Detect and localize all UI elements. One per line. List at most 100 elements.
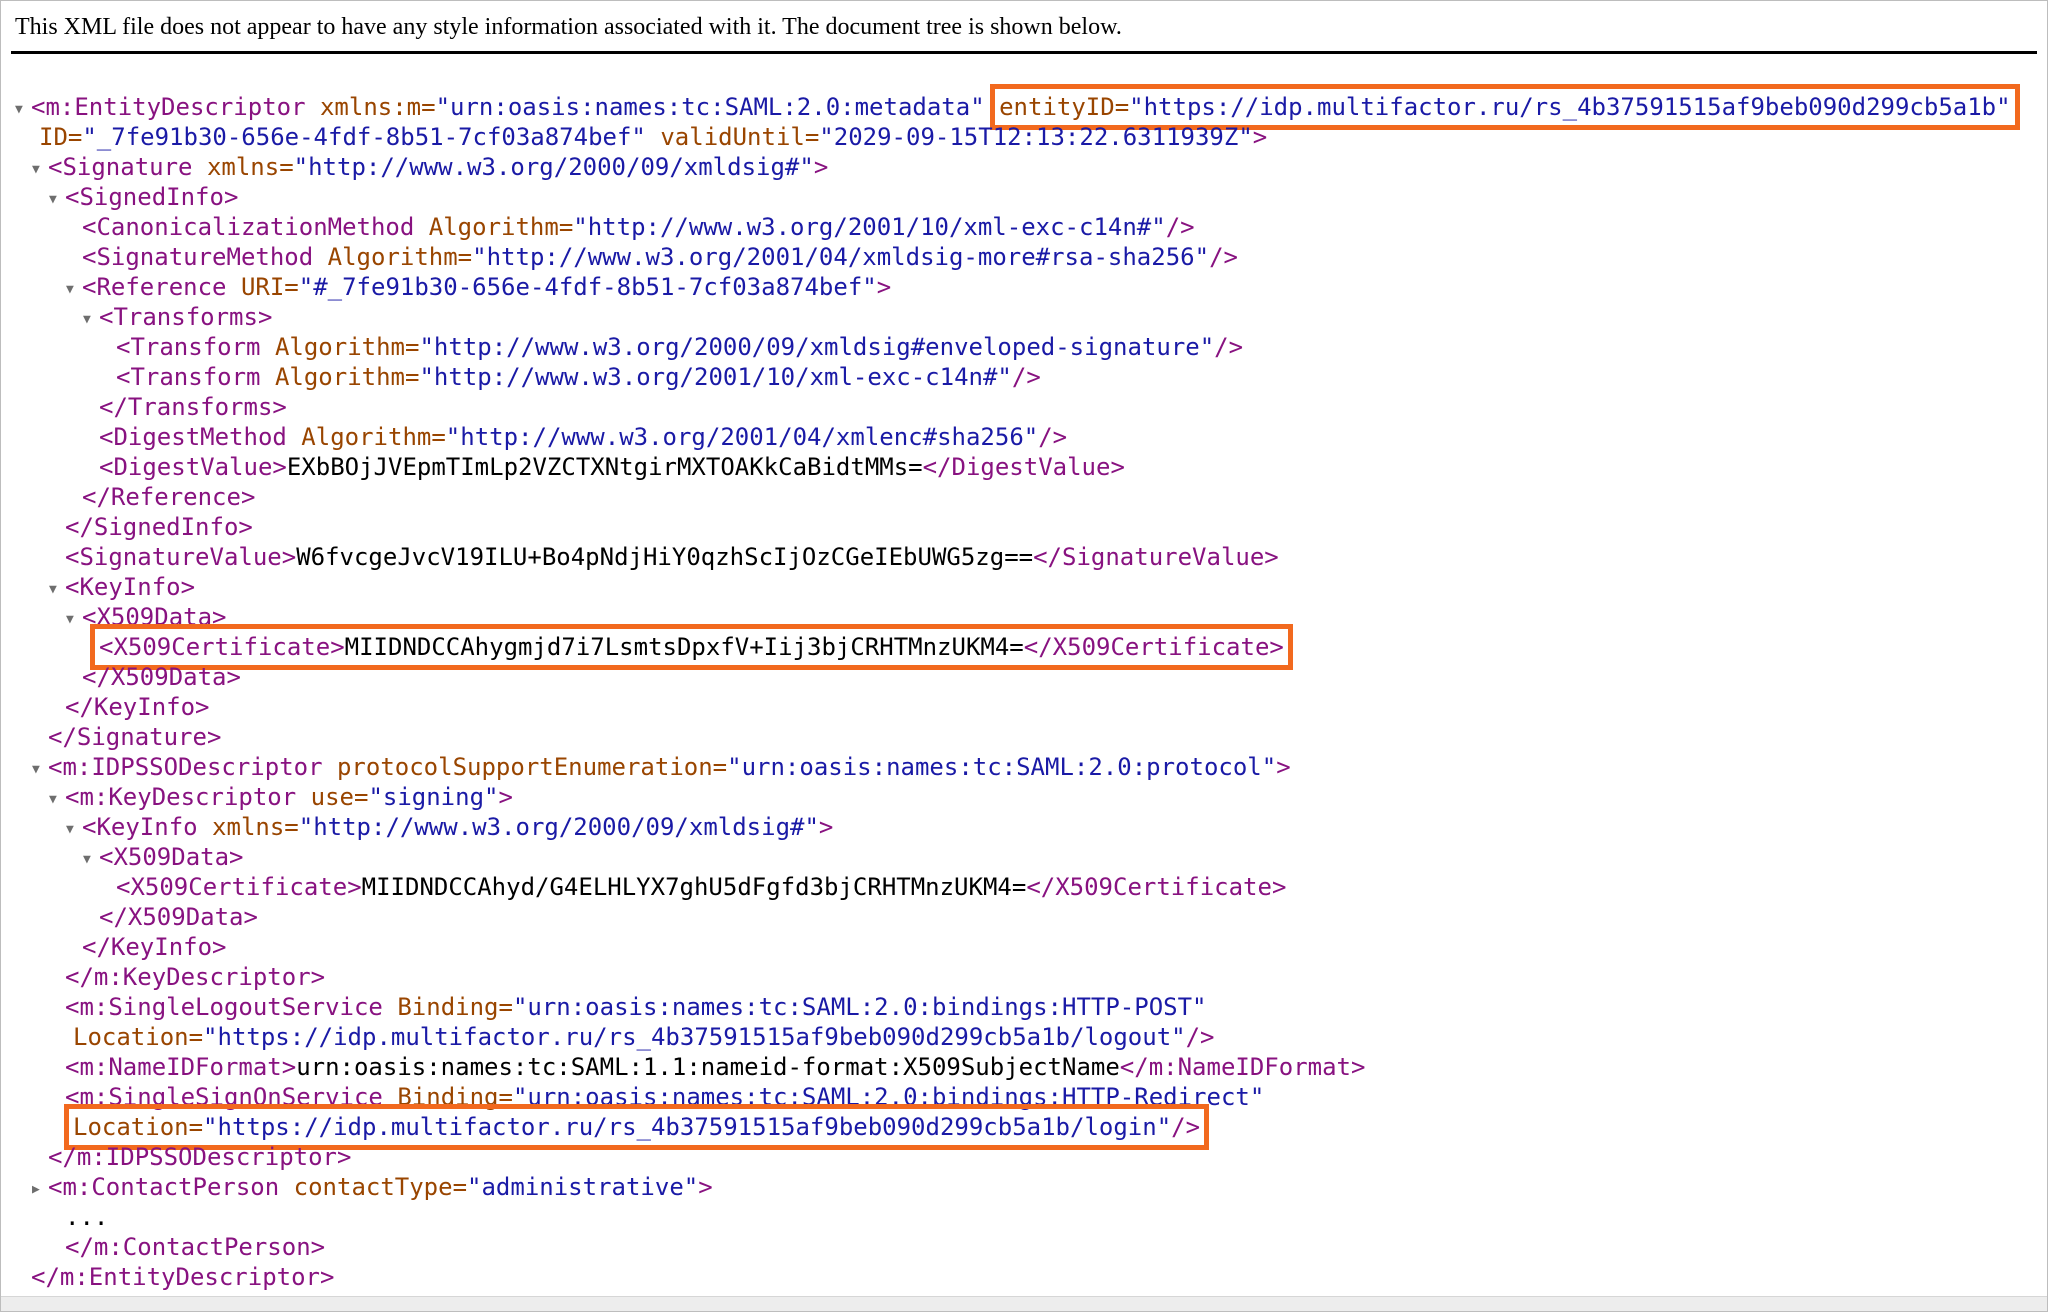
xml-token-tag: </m:KeyDescriptor> — [65, 963, 325, 991]
xml-token-val: "urn:oasis:names:tc:SAML:2.0:bindings:HT… — [513, 993, 1207, 1021]
xml-line: <CanonicalizationMethod Algorithm="http:… — [1, 212, 2047, 242]
xml-line: ID="_7fe91b30-656e-4fdf-8b51-7cf03a874be… — [1, 122, 2047, 152]
xml-token-tag: /> — [1171, 1113, 1200, 1141]
collapse-arrow-icon[interactable]: ▼ — [66, 815, 82, 845]
xml-token-tag: </X509Data> — [82, 663, 241, 691]
xml-token-val: "urn:oasis:names:tc:SAML:2.0:metadata" — [436, 93, 985, 121]
xml-line: ▼<Signature xmlns="http://www.w3.org/200… — [1, 152, 2047, 182]
no-style-info-message: This XML file does not appear to have an… — [11, 1, 2037, 54]
xml-token-tag: <m:IDPSSODescriptor — [48, 753, 337, 781]
xml-token-val: "http://www.w3.org/2000/09/xmldsig#envel… — [419, 333, 1214, 361]
xml-token-txt: urn:oasis:names:tc:SAML:1.1:nameid-forma… — [296, 1053, 1120, 1081]
xml-token-tag: </m:NameIDFormat> — [1120, 1053, 1366, 1081]
xml-token-tag: <X509Data> — [82, 603, 227, 631]
collapse-arrow-icon[interactable]: ▼ — [49, 575, 65, 605]
xml-token-tag: <m:NameIDFormat> — [65, 1053, 296, 1081]
xml-line: <m:NameIDFormat>urn:oasis:names:tc:SAML:… — [1, 1052, 2047, 1082]
xml-token-val: "2029-09-15T12:13:22.6311939Z" — [819, 123, 1252, 151]
xml-token-att: use= — [311, 783, 369, 811]
xml-token-txt: ... — [65, 1203, 108, 1231]
xml-token-tag: <Transform — [116, 363, 275, 391]
xml-token-txt — [646, 123, 660, 151]
xml-line: ▼<Reference URI="#_7fe91b30-656e-4fdf-8b… — [1, 272, 2047, 302]
highlight-box: entityID="https://idp.multifactor.ru/rs_… — [999, 93, 2010, 121]
xml-token-tag: </Signature> — [48, 723, 221, 751]
xml-token-tag: </X509Certificate> — [1026, 873, 1286, 901]
xml-line: ▼<SignedInfo> — [1, 182, 2047, 212]
xml-token-tag: <m:KeyDescriptor — [65, 783, 311, 811]
xml-token-txt: EXbBOjJVEpmTImLp2VZCTXNtgirMXTOAKkCaBidt… — [287, 453, 923, 481]
collapse-arrow-icon[interactable]: ▼ — [32, 755, 48, 785]
xml-token-tag: /> — [1186, 1023, 1215, 1051]
xml-token-val: "https://idp.multifactor.ru/rs_4b3759151… — [1129, 93, 2010, 121]
xml-token-txt: W6fvcgeJvcV19ILU+Bo4pNdjHiY0qzhScIjOzCGe… — [296, 543, 1033, 571]
xml-token-tag: > — [1276, 753, 1290, 781]
xml-token-tag: /> — [1038, 423, 1067, 451]
xml-line: ▼<X509Data> — [1, 842, 2047, 872]
xml-token-att: Algorithm= — [301, 423, 446, 451]
xml-line: </X509Data> — [1, 662, 2047, 692]
xml-line: </KeyInfo> — [1, 932, 2047, 962]
xml-token-tag: > — [814, 153, 828, 181]
xml-line: <X509Certificate>MIIDNDCCAhyd/G4ELHLYX7g… — [1, 872, 2047, 902]
xml-token-tag: > — [877, 273, 891, 301]
xml-line: <DigestValue>EXbBOjJVEpmTImLp2VZCTXNtgir… — [1, 452, 2047, 482]
xml-token-tag: <m:EntityDescriptor — [31, 93, 320, 121]
xml-line: ... — [1, 1202, 2047, 1232]
xml-token-tag: </SignedInfo> — [65, 513, 253, 541]
xml-token-tag: /> — [1209, 243, 1238, 271]
xml-line: ▼<Transforms> — [1, 302, 2047, 332]
collapse-arrow-icon[interactable]: ▼ — [49, 785, 65, 815]
collapse-arrow-icon[interactable]: ▼ — [66, 275, 82, 305]
collapse-arrow-icon[interactable]: ▼ — [15, 95, 31, 125]
xml-token-tag: </m:ContactPerson> — [65, 1233, 325, 1261]
collapse-arrow-icon[interactable]: ▼ — [49, 185, 65, 215]
expand-arrow-icon[interactable]: ▶ — [32, 1175, 48, 1205]
xml-token-att: Algorithm= — [328, 243, 473, 271]
xml-token-tag: </DigestValue> — [923, 453, 1125, 481]
collapse-arrow-icon[interactable]: ▼ — [83, 305, 99, 335]
xml-token-att: URI= — [241, 273, 299, 301]
xml-line: ▼<KeyInfo> — [1, 572, 2047, 602]
xml-token-tag: <m:SingleLogoutService — [65, 993, 397, 1021]
xml-line: <Transform Algorithm="http://www.w3.org/… — [1, 362, 2047, 392]
xml-line: ▼<m:KeyDescriptor use="signing"> — [1, 782, 2047, 812]
xml-token-att: Algorithm= — [429, 213, 574, 241]
xml-line: Location="https://idp.multifactor.ru/rs_… — [1, 1112, 2047, 1142]
xml-token-att: xmlns:m= — [320, 93, 436, 121]
xml-token-tag: </m:EntityDescriptor> — [31, 1263, 334, 1291]
xml-token-att: Algorithm= — [275, 363, 420, 391]
highlight-box: <X509Certificate>MIIDNDCCAhygmjd7i7Lsmts… — [99, 633, 1284, 661]
xml-token-txt: MIIDNDCCAhygmjd7i7LsmtsDpxfV+Iij3bjCRHTM… — [345, 633, 1024, 661]
xml-token-tag: </X509Certificate> — [1024, 633, 1284, 661]
xml-line: <X509Certificate>MIIDNDCCAhygmjd7i7Lsmts… — [1, 632, 2047, 662]
xml-token-tag: <SignedInfo> — [65, 183, 238, 211]
xml-token-val: "https://idp.multifactor.ru/rs_4b3759151… — [203, 1113, 1171, 1141]
xml-token-tag: </Reference> — [82, 483, 255, 511]
xml-line: ▼<m:EntityDescriptor xmlns:m="urn:oasis:… — [1, 92, 2047, 122]
xml-token-tag: </SignatureValue> — [1033, 543, 1279, 571]
xml-token-val: "signing" — [368, 783, 498, 811]
xml-token-tag: <Transform — [116, 333, 275, 361]
collapse-arrow-icon[interactable]: ▼ — [83, 845, 99, 875]
xml-token-tag: </KeyInfo> — [65, 693, 210, 721]
xml-line: </Transforms> — [1, 392, 2047, 422]
xml-token-tag: <CanonicalizationMethod — [82, 213, 429, 241]
xml-line: ▶<m:ContactPerson contactType="administr… — [1, 1172, 2047, 1202]
xml-token-tag: </Transforms> — [99, 393, 287, 421]
xml-token-att: validUntil= — [660, 123, 819, 151]
xml-token-val: "http://www.w3.org/2000/09/xmldsig#" — [294, 153, 814, 181]
xml-token-tag: <m:ContactPerson — [48, 1173, 294, 1201]
xml-tree: ▼<m:EntityDescriptor xmlns:m="urn:oasis:… — [1, 54, 2047, 1292]
collapse-arrow-icon[interactable]: ▼ — [32, 155, 48, 185]
xml-token-tag: <Transforms> — [99, 303, 272, 331]
collapse-arrow-icon[interactable]: ▼ — [66, 605, 82, 635]
xml-token-val: "administrative" — [467, 1173, 698, 1201]
xml-token-tag: /> — [1214, 333, 1243, 361]
xml-line: </Signature> — [1, 722, 2047, 752]
xml-line: </m:IDPSSODescriptor> — [1, 1142, 2047, 1172]
xml-line: <DigestMethod Algorithm="http://www.w3.o… — [1, 422, 2047, 452]
xml-token-att: Binding= — [397, 1083, 513, 1111]
xml-line: </Reference> — [1, 482, 2047, 512]
xml-token-tag: <X509Data> — [99, 843, 244, 871]
